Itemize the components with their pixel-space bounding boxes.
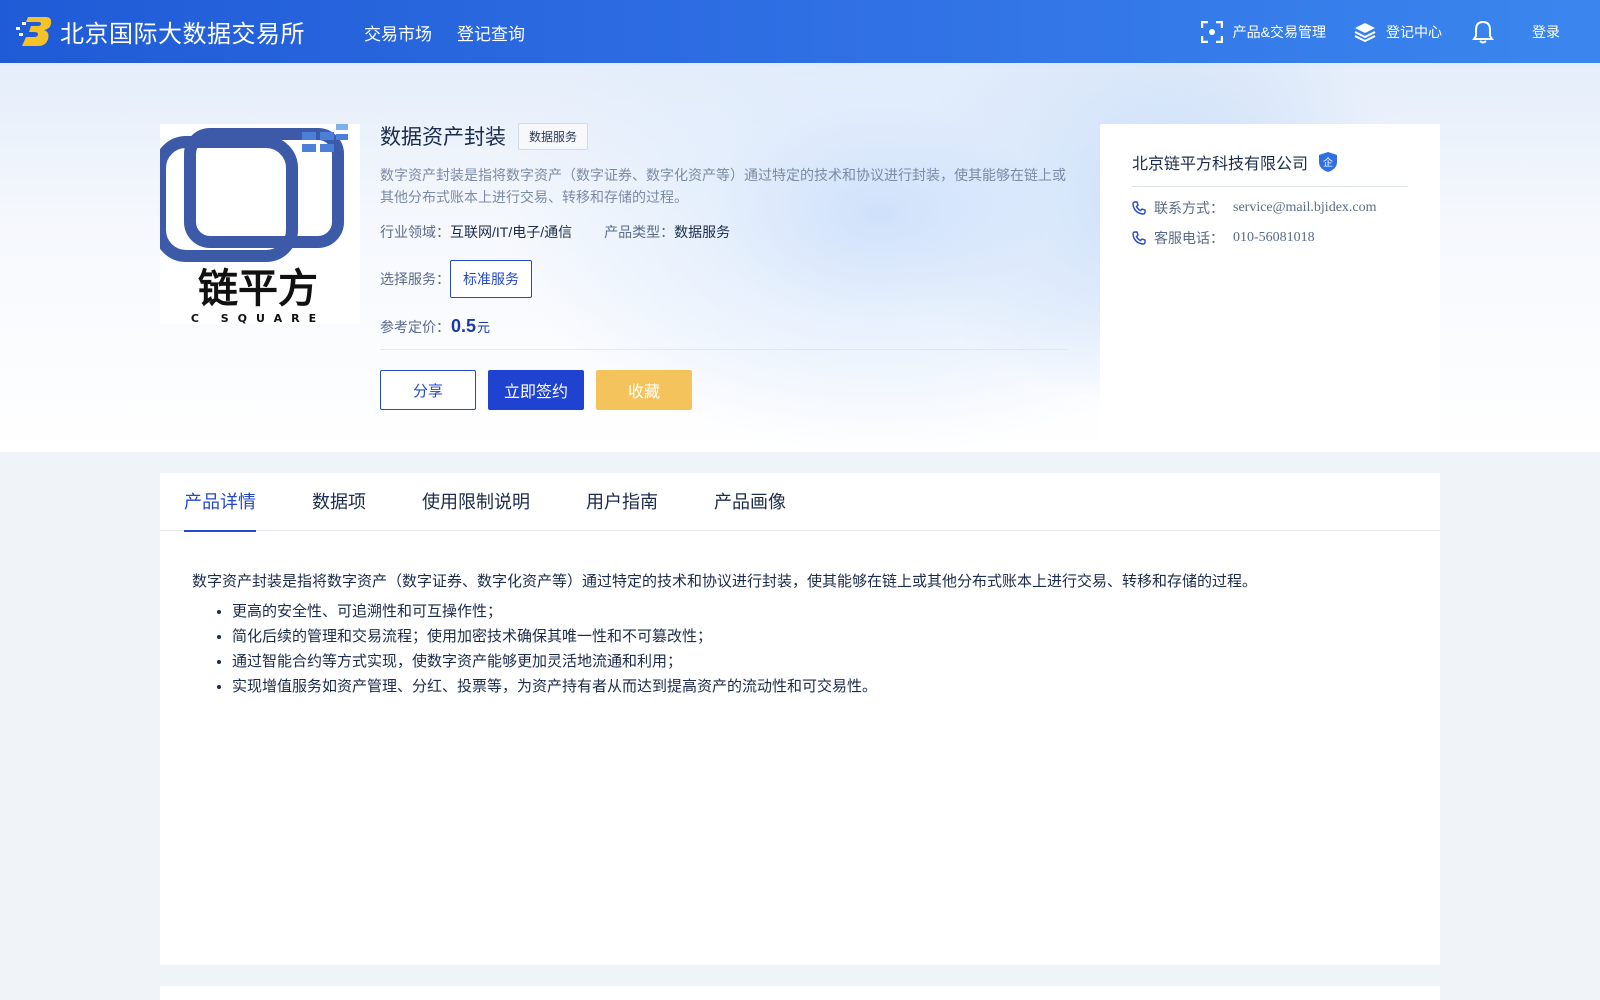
list-item: 实现增值服务如资产管理、分红、投票等，为资产持有者从而达到提高资产的流动性和可交… (232, 674, 1408, 699)
bell-icon[interactable] (1472, 20, 1494, 44)
tab-product-profile[interactable]: 产品画像 (714, 473, 786, 531)
logo-english-text: C SQUARE (191, 312, 325, 324)
tab-data-items[interactable]: 数据项 (312, 473, 366, 531)
next-section-panel (160, 986, 1440, 1000)
phone-number: 010-56081018 (1233, 230, 1315, 245)
top-navigation-bar: 北京国际大数据交易所 交易市场 登记查询 产品&交易管理 登记中心 登录 (0, 0, 1600, 63)
login-link[interactable]: 登录 (1532, 22, 1560, 42)
c-square-logo-image: 链平方 C SQUARE (154, 124, 348, 325)
register-center-label: 登记中心 (1386, 24, 1442, 40)
contact-email[interactable]: service@mail.bjidex.com (1233, 200, 1377, 216)
service-label: 选择服务： (380, 271, 450, 287)
detail-tabs: 产品详情 数据项 使用限制说明 用户指南 产品画像 (160, 473, 1440, 532)
list-item: 更高的安全性、可追溯性和可互操作性； (232, 599, 1408, 624)
standard-service-option[interactable]: 标准服务 (450, 260, 532, 298)
product-description: 数字资产封装是指将数字资产（数字证券、数字化资产等）通过特定的技术和协议进行封装… (380, 167, 1066, 205)
list-item: 通过智能合约等方式实现，使数字资产能够更加灵活地流通和利用； (232, 649, 1408, 674)
contact-row: 联系方式： service@mail.bjidex.com (1132, 199, 1408, 217)
detail-content: 数字资产封装是指将数字资产（数字证券、数字化资产等）通过特定的技术和协议进行封装… (160, 531, 1440, 699)
tab-usage-restrictions[interactable]: 使用限制说明 (422, 473, 530, 531)
product-logo: 链平方 C SQUARE (154, 124, 360, 325)
phone-row: 客服电话： 010-56081018 (1132, 229, 1408, 247)
phone-label: 客服电话： (1154, 230, 1224, 246)
scan-focus-icon (1200, 21, 1223, 43)
detail-lead-text: 数字资产封装是指将数字资产（数字证券、数字化资产等）通过特定的技术和协议进行封装… (192, 573, 1258, 590)
phone-icon (1132, 231, 1146, 245)
register-center-link[interactable]: 登记中心 (1354, 21, 1442, 43)
type-value: 数据服务 (674, 224, 731, 240)
sign-now-button[interactable]: 立即签约 (488, 370, 584, 410)
product-type-tag: 数据服务 (518, 122, 589, 150)
logo-chinese-text: 链平方 (198, 266, 318, 312)
action-buttons: 分享 立即签约 收藏 (380, 370, 1068, 410)
enterprise-verified-badge-icon: 企 (1319, 152, 1338, 172)
contact-label: 联系方式： (1154, 200, 1224, 216)
service-selector: 选择服务： 标准服务 (380, 260, 1068, 298)
price-unit: 元 (477, 320, 491, 335)
product-meta: 行业领域： 互联网/IT/电子/通信 产品类型： 数据服务 (380, 222, 1068, 242)
company-name[interactable]: 北京链平方科技有限公司 (1132, 150, 1308, 174)
nav-trade-market[interactable]: 交易市场 (364, 20, 432, 45)
company-card: 北京链平方科技有限公司 企 联系方式： service@mail.bjidex.… (1100, 124, 1440, 452)
product-trade-management-label: 产品&交易管理 (1232, 24, 1326, 40)
price-value: 0.5 (451, 316, 477, 336)
industry-label: 行业领域： (380, 224, 450, 240)
brand[interactable]: 北京国际大数据交易所 (16, 14, 305, 48)
enterprise-badge-text: 企 (1323, 156, 1333, 169)
type-label: 产品类型： (604, 224, 675, 240)
tab-product-details[interactable]: 产品详情 (184, 473, 256, 532)
phone-icon (1132, 201, 1146, 215)
feature-list: 更高的安全性、可追溯性和可互操作性； 简化后续的管理和交易流程；使用加密技术确保… (192, 599, 1408, 699)
favorite-button[interactable]: 收藏 (596, 370, 692, 410)
share-button[interactable]: 分享 (380, 370, 476, 410)
nav-register-query[interactable]: 登记查询 (457, 20, 525, 45)
industry-value: 互联网/IT/电子/通信 (450, 224, 573, 240)
product-title: 数据资产封装 (380, 126, 506, 149)
product-info: 数据资产封装 数据服务 数字资产封装是指将数字资产（数字证券、数字化资产等）通过… (380, 122, 1068, 410)
price-row: 参考定价： 0.5 元 (380, 316, 1068, 350)
tab-user-guide[interactable]: 用户指南 (586, 473, 658, 531)
product-detail-panel: 产品详情 数据项 使用限制说明 用户指南 产品画像 数字资产封装是指将数字资产（… (160, 473, 1440, 965)
price-label: 参考定价： (380, 319, 450, 335)
site-title: 北京国际大数据交易所 (60, 20, 305, 48)
exchange-logo-icon (16, 17, 52, 46)
main-nav: 交易市场 登记查询 (364, 20, 550, 45)
top-right-actions: 产品&交易管理 登记中心 登录 (1173, 19, 1560, 45)
list-item: 简化后续的管理和交易流程；使用加密技术确保其唯一性和不可篡改性； (232, 624, 1408, 649)
product-trade-management-link[interactable]: 产品&交易管理 (1200, 21, 1326, 43)
layers-icon (1354, 23, 1376, 43)
